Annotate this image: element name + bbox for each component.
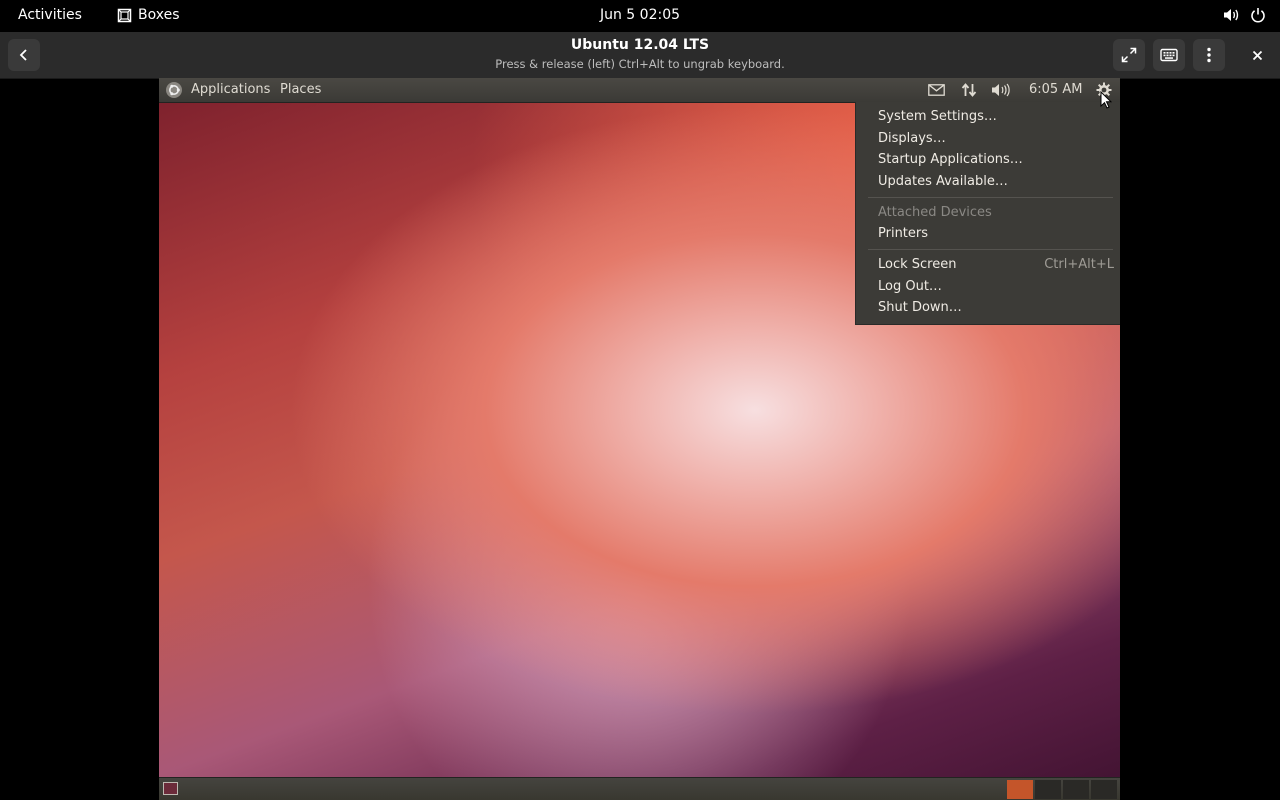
keyboard-icon [1160,48,1178,62]
menu-item-updates-available[interactable]: Updates Available… [878,174,1008,189]
lock-screen-shortcut: Ctrl+Alt+L [1044,257,1114,272]
mouse-pointer-icon [1100,91,1112,109]
close-icon [1252,50,1262,60]
menu-item-printers[interactable]: Printers [878,226,928,241]
fullscreen-button[interactable] [1113,39,1145,71]
ubuntu-bottom-panel [159,777,1120,800]
boxes-header-bar: Ubuntu 12.04 LTS Press & release (left) … [0,32,1280,79]
menu-item-shut-down[interactable]: Shut Down… [878,300,962,315]
menu-separator [868,249,1113,250]
clock[interactable]: Jun 5 02:05 [600,7,680,23]
ungrab-hint: Press & release (left) Ctrl+Alt to ungra… [495,57,785,71]
fullscreen-icon [1121,47,1137,63]
workspace-2[interactable] [1035,780,1061,799]
ubuntu-logo-icon[interactable] [165,81,183,99]
menu-separator [868,197,1113,198]
vm-display[interactable]: Applications Places 6:05 AM System Setti… [159,78,1120,800]
menu-item-system-settings[interactable]: System Settings… [878,109,997,124]
ubuntu-top-panel: Applications Places 6:05 AM [159,78,1120,103]
vm-title: Ubuntu 12.04 LTS [570,37,710,53]
menu-item-lock-screen[interactable]: Lock Screen [878,257,956,272]
system-menu[interactable] [1222,7,1266,23]
workspace-4[interactable] [1091,780,1117,799]
keyboard-button[interactable] [1153,39,1185,71]
menu-button[interactable] [1193,39,1225,71]
activities-button[interactable]: Activities [18,7,82,23]
menu-item-startup-applications[interactable]: Startup Applications… [878,152,1023,167]
session-menu: System Settings… Displays… Startup Appli… [855,102,1120,325]
app-menu-button[interactable]: Boxes [117,7,180,23]
attached-devices-label: Attached Devices [878,205,992,220]
workspace-1[interactable] [1007,780,1033,799]
places-menu[interactable]: Places [280,82,321,97]
sound-icon[interactable] [991,83,1011,97]
power-icon [1251,8,1265,23]
mail-icon[interactable] [928,84,945,96]
volume-icon [1224,9,1239,21]
menu-item-log-out[interactable]: Log Out… [878,279,942,294]
close-button[interactable] [1241,39,1273,71]
boxes-icon [117,8,132,22]
vm-clock[interactable]: 6:05 AM [1029,82,1082,97]
kebab-menu-icon [1207,47,1211,63]
applications-menu[interactable]: Applications [191,82,270,97]
menu-item-displays[interactable]: Displays… [878,131,946,146]
gnome-top-bar: Activities Boxes Jun 5 02:05 [0,0,1280,32]
workspace-3[interactable] [1063,780,1089,799]
show-desktop-button[interactable] [163,782,178,795]
app-name: Boxes [138,7,180,23]
network-icon[interactable] [961,82,977,98]
